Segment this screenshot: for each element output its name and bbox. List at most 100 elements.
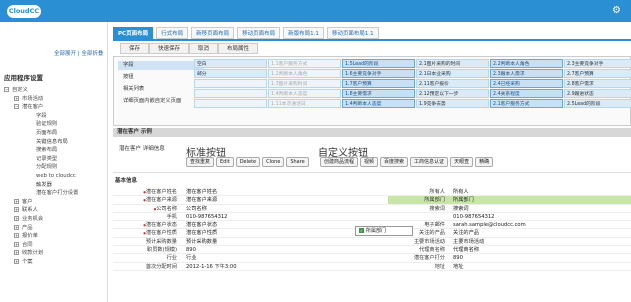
tree-item[interactable]: + 合同 — [4, 241, 108, 250]
tree-item-label: 联系人 — [22, 207, 38, 214]
tree-item[interactable]: web to cloudcc — [4, 172, 108, 181]
palette-field[interactable]: 1.4判断本人态度 — [268, 89, 341, 98]
tree-item[interactable]: + 市场活动 — [4, 95, 108, 104]
palette-category[interactable]: 相关列表 — [118, 85, 204, 94]
palette-category[interactable]: 字段 — [118, 61, 204, 70]
palette-field[interactable]: 2.3跟本人需求 — [490, 69, 563, 78]
palette-field[interactable]: 2.1客户服务方式 — [490, 99, 563, 108]
custom-button[interactable]: 创建商品流程 — [320, 157, 359, 167]
tree-toggle-icon[interactable]: + — [14, 207, 19, 213]
tree-toggle-icon[interactable]: − — [4, 87, 9, 92]
palette-field[interactable]: 2.9跟进状态 — [564, 89, 631, 98]
tree-item[interactable]: + 业务机会 — [4, 215, 108, 224]
tree-toggle-icon[interactable]: + — [14, 258, 19, 264]
palette-field[interactable]: 2.5Lead的阶段 — [564, 99, 631, 108]
tree-toggle-icon[interactable]: + — [14, 95, 19, 101]
popup-label: 所属部门 — [366, 228, 387, 234]
custom-button[interactable]: 视频 — [360, 157, 379, 167]
tree-item[interactable]: 验证规则 — [4, 120, 108, 129]
tree-toggle-icon[interactable]: − — [14, 104, 19, 110]
palette-field[interactable]: 1.7客户预算 — [342, 79, 415, 88]
palette-field[interactable]: 2.3主要竞争对手 — [564, 59, 631, 68]
standard-button[interactable]: Edit — [216, 157, 234, 167]
tree-item-label: 搜索布局 — [36, 147, 58, 154]
standard-buttons: 查找重复 Edit Delete Clone Share — [186, 157, 309, 167]
tree-item[interactable]: 字段 — [4, 112, 108, 121]
tree-toggle-icon[interactable]: + — [14, 250, 19, 256]
field-value-right: sarah.sample@cloudcc.com — [453, 222, 526, 229]
palette-field[interactable]: 1.9竞争去势 — [416, 99, 489, 108]
tree-item[interactable]: 分配规则 — [4, 163, 108, 172]
tree-toggle-icon[interactable]: + — [14, 241, 19, 247]
palette-field[interactable]: 1.2判断本人角色 — [268, 69, 341, 78]
palette-field[interactable]: 2.4已经采购 — [490, 79, 563, 88]
palette-field[interactable]: 1.4判断本人态度 — [342, 99, 415, 108]
field-label-right: 所有人 — [429, 189, 445, 195]
custom-button[interactable]: 工商信息认证 — [410, 157, 449, 167]
tab-layout[interactable]: 新版布局1.1 — [283, 27, 324, 39]
palette-field[interactable]: 2.2判断本人角色 — [490, 59, 563, 68]
expand-all-link[interactable]: 全部展开 — [54, 51, 76, 57]
palette-category[interactable]: 详细页面内嵌自定义页面 — [118, 97, 204, 106]
palette-field[interactable]: 空白 — [194, 59, 267, 68]
tree-item[interactable]: + 联系人 — [4, 206, 108, 215]
dept-popup[interactable]: ✓ 所属部门 — [355, 226, 413, 236]
tab-layout[interactable]: 移动页面布局 — [237, 27, 281, 39]
tree-toggle-icon[interactable]: + — [14, 233, 19, 239]
tree-item[interactable]: + 客户 — [4, 198, 108, 207]
standard-button[interactable]: Share — [286, 157, 309, 167]
tree-item[interactable]: 关键信息布局 — [4, 138, 108, 147]
action-button[interactable]: 快速保存 — [149, 43, 190, 54]
palette-field[interactable]: 2.1日本业采购 — [416, 69, 489, 78]
palette-field[interactable]: 2.1图片采购的时间 — [416, 59, 489, 68]
field-value-right: 地址 — [453, 263, 464, 270]
standard-button[interactable]: 查找重复 — [186, 157, 215, 167]
tab-layout[interactable]: 新移页面布局 — [191, 27, 235, 39]
palette-field[interactable]: 1.1客户服务方式 — [268, 59, 341, 68]
tree-toggle-icon[interactable]: + — [14, 198, 19, 204]
palette-field[interactable]: 2.4关系程度 — [490, 89, 563, 98]
gear-icon[interactable]: ⚙ — [612, 5, 621, 17]
action-button[interactable]: 取消 — [189, 43, 219, 54]
field-label-text: 首次分配时间 — [145, 263, 177, 270]
palette-field[interactable]: 2.8客户需求 — [564, 79, 631, 88]
palette-category[interactable]: 按钮 — [118, 73, 204, 82]
standard-button[interactable]: Clone — [262, 157, 285, 167]
tree-item[interactable]: 页面布局 — [4, 129, 108, 138]
custom-button[interactable]: 天眼查 — [450, 157, 474, 167]
custom-button[interactable]: 百度搜索 — [380, 157, 409, 167]
palette-field[interactable]: 1.3图片采购时间 — [268, 79, 341, 88]
tab-layout[interactable]: 行式布局 — [156, 27, 189, 39]
palette-field[interactable]: 1.11本次通话日 — [268, 99, 341, 108]
tree-item[interactable]: + 收款计划 — [4, 249, 108, 258]
palette-field[interactable]: 1.6主要竞争对手 — [342, 69, 415, 78]
field-label: ●潜在客户来源 — [143, 196, 177, 204]
tab-layout[interactable]: PC页面布局 — [113, 27, 154, 39]
palette-field[interactable]: 1.8主要需求 — [342, 89, 415, 98]
action-button[interactable]: 保存 — [120, 43, 150, 54]
palette-field[interactable]: 1.5Lead的阶段 — [342, 59, 415, 68]
tree-item[interactable]: 记录类型 — [4, 155, 108, 164]
tree-item[interactable]: − 潜在客户 — [4, 103, 108, 112]
custom-button[interactable]: 精确 — [475, 157, 494, 167]
tree-item[interactable]: + 产品 — [4, 224, 108, 233]
tree-item[interactable]: 触发器 — [4, 181, 108, 190]
tree-toggle-icon[interactable]: + — [14, 224, 19, 230]
tree-item[interactable]: + 报价单 — [4, 232, 108, 241]
standard-button[interactable]: Delete — [235, 157, 261, 167]
tree-item[interactable]: − 自定义 — [4, 86, 108, 95]
collapse-all-link[interactable]: 全部折叠 — [81, 51, 103, 57]
action-button[interactable]: 布局属性 — [218, 43, 259, 54]
palette-field[interactable]: 2.12预定以下一步 — [416, 89, 489, 98]
tree-item-label: 业务机会 — [22, 215, 44, 222]
palette-field[interactable]: 2.11客户报价 — [416, 79, 489, 88]
tree-item[interactable]: + 个案 — [4, 258, 108, 267]
tree-item[interactable]: 搜索布局 — [4, 146, 108, 155]
tree-toggle-icon[interactable]: + — [14, 215, 19, 221]
palette-field[interactable]: 邮分 — [194, 69, 267, 78]
tree-item-label: 分配规则 — [36, 164, 58, 171]
tree-item[interactable]: 潜在客户打分设置 — [4, 189, 108, 198]
tree-item-label: web to cloudcc — [36, 172, 76, 179]
palette-field[interactable]: 2.7客户预算 — [564, 69, 631, 78]
tab-layout[interactable]: 移动页面布局1.1 — [326, 27, 379, 39]
